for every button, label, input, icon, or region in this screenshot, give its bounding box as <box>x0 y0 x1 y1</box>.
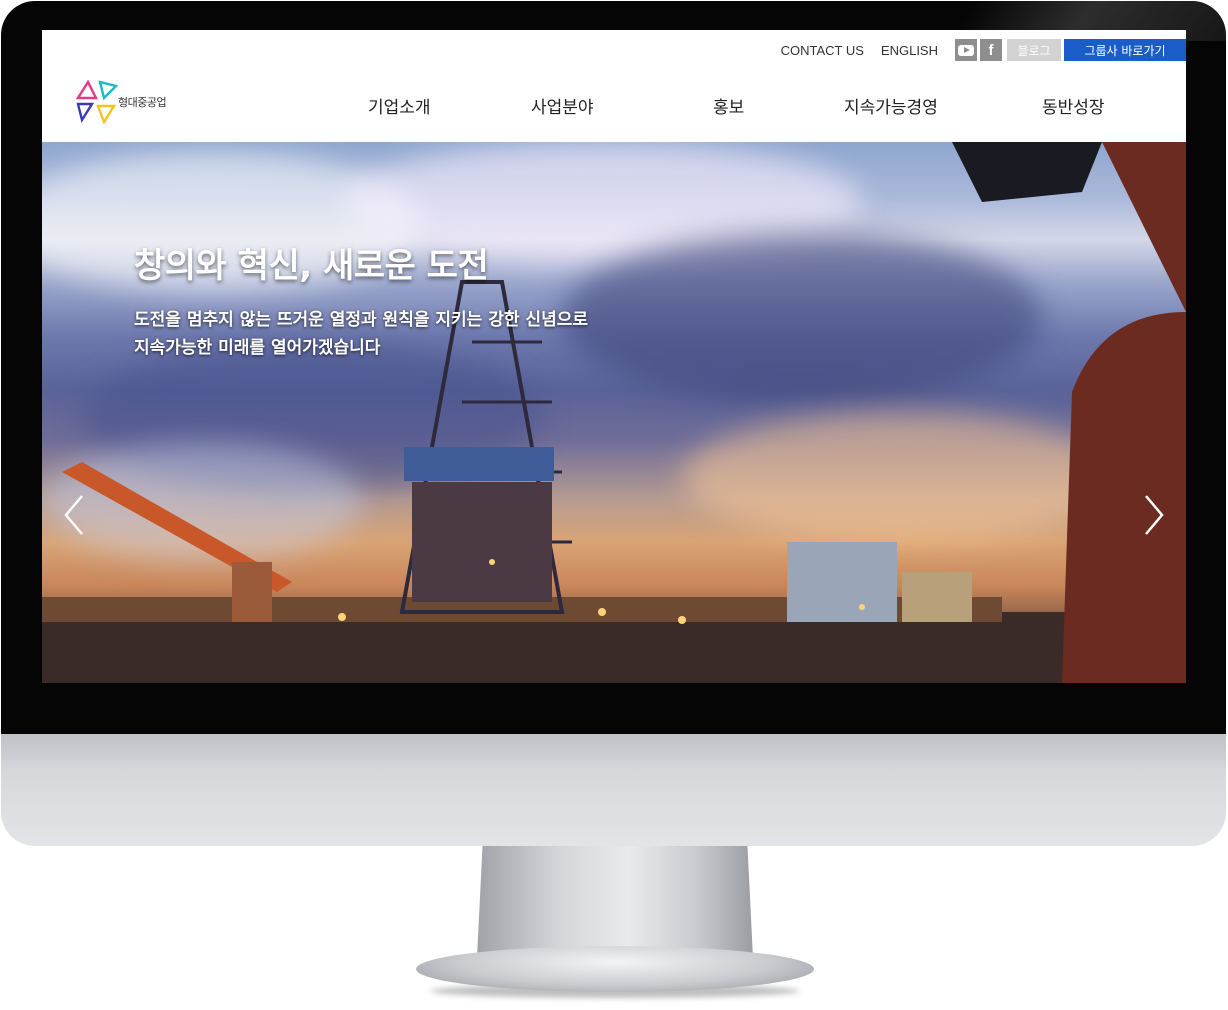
facebook-glyph: f <box>988 41 994 59</box>
chevron-right-icon[interactable] <box>1138 492 1168 538</box>
contact-us-link[interactable]: CONTACT US <box>781 43 864 58</box>
hero-subtitle-line-2: 지속가능한 미래를 열어가겠습니다 <box>134 338 381 358</box>
monitor-stand-base <box>416 946 814 992</box>
hero-slider: 창의와 혁신, 새로운 도전 도전을 멈추지 않는 뜨거운 열정과 원칙을 지키… <box>42 142 1186 683</box>
nav-item-sustainability[interactable]: 지속가능경영 <box>844 93 938 118</box>
utility-bar: CONTACT US ENGLISH f 블로그 그룹사 바로가기 <box>781 38 1186 62</box>
facebook-icon[interactable]: f <box>980 39 1002 61</box>
nav-item-company[interactable]: 기업소개 <box>368 93 431 118</box>
site-header: CONTACT US ENGLISH f 블로그 그룹사 바로가기 형대중공업 … <box>42 30 1186 142</box>
hero-subtitle: 도전을 멈추지 않는 뜨거운 열정과 원칙을 지키는 강한 신념으로 지속가능한… <box>134 306 588 362</box>
nav-item-pr[interactable]: 홍보 <box>713 93 744 118</box>
drillship-illustration <box>42 142 1186 683</box>
blog-button[interactable]: 블로그 <box>1007 39 1061 61</box>
monitor-stand-neck <box>477 846 753 958</box>
website-screen: CONTACT US ENGLISH f 블로그 그룹사 바로가기 형대중공업 … <box>42 30 1186 683</box>
chevron-left-icon[interactable] <box>60 492 90 538</box>
main-nav: 기업소개 사업분야 홍보 지속가능경영 동반성장 <box>42 93 1186 119</box>
nav-item-business[interactable]: 사업분야 <box>531 93 594 118</box>
monitor-chin <box>1 734 1226 846</box>
english-link[interactable]: ENGLISH <box>881 43 938 58</box>
group-sites-button[interactable]: 그룹사 바로가기 <box>1064 39 1186 61</box>
nav-item-partnership[interactable]: 동반성장 <box>1042 93 1105 118</box>
youtube-icon[interactable] <box>955 39 977 61</box>
hero-subtitle-line-1: 도전을 멈추지 않는 뜨거운 열정과 원칙을 지키는 강한 신념으로 <box>134 310 588 330</box>
hero-title: 창의와 혁신, 새로운 도전 <box>134 246 489 286</box>
